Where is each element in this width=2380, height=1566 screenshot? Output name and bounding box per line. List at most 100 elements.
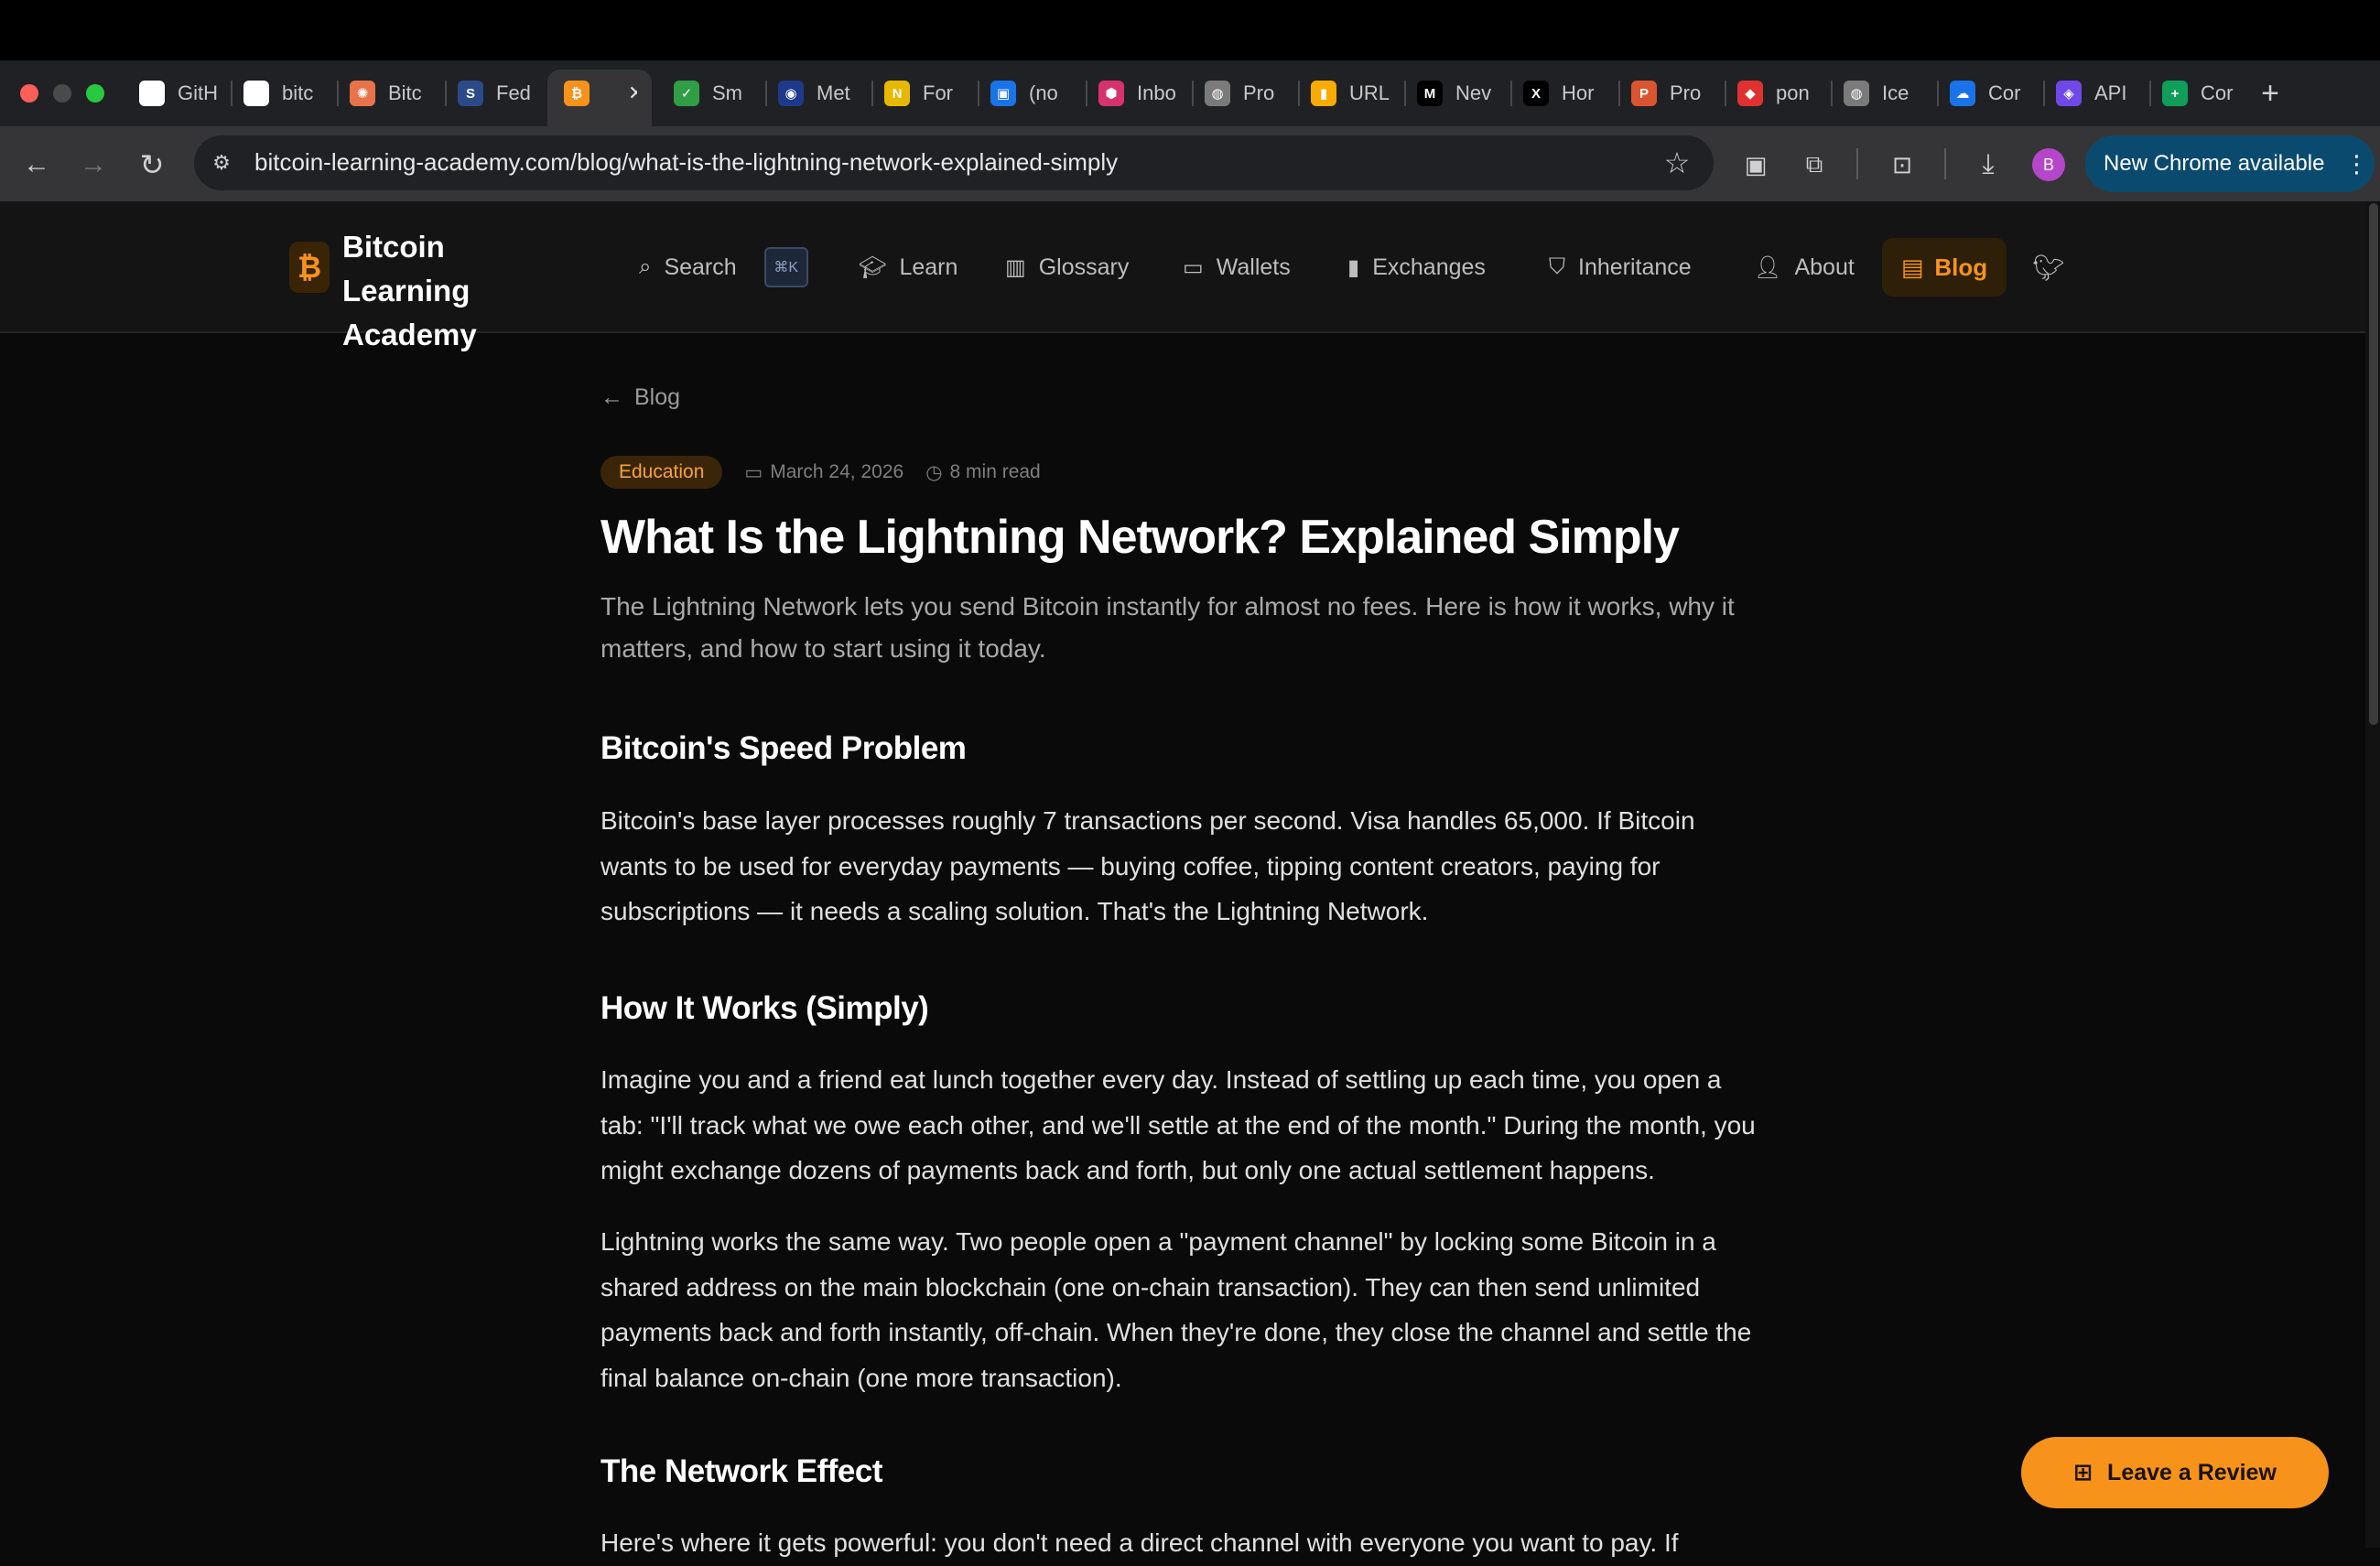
nav-wallets[interactable]: ▭ Wallets — [1183, 247, 1291, 287]
browser-tab-label: bitc — [282, 81, 314, 104]
wallet-icon: ▭ — [1183, 254, 1204, 280]
browser-tab[interactable]: ✺ Bitc — [350, 73, 434, 113]
back-link-label: Blog — [634, 384, 681, 410]
nav-glossary-label: Glossary — [1038, 254, 1130, 280]
newspaper-icon: ▤ — [1900, 253, 1924, 281]
section-paragraph: Here's where it gets powerful: you don't… — [600, 1528, 1679, 1557]
book-open-icon: ▥ — [1005, 254, 1026, 280]
browser-tab[interactable]: ₿ ✕ — [564, 73, 637, 113]
scrollbar-thumb[interactable] — [2369, 203, 2378, 725]
bookmark-star-icon[interactable]: ☆ — [1657, 143, 1697, 183]
browser-tab[interactable]: ● GitH — [139, 73, 223, 113]
inbox-icon: ▣ — [990, 81, 1016, 106]
browser-tab[interactable]: ◆ pon — [1737, 73, 1822, 113]
tab-separator — [2149, 81, 2151, 106]
url-text[interactable]: bitcoin-learning-academy.com/blog/what-i… — [254, 148, 1118, 177]
chrome-update-button[interactable]: New Chrome available ⋮ — [2085, 135, 2375, 192]
category-badge[interactable]: Education — [600, 456, 723, 489]
tab-separator — [1086, 81, 1087, 106]
puzzle-extensions-icon[interactable]: ⧉ — [1794, 145, 1834, 185]
browser-tab[interactable]: ◉ Met — [778, 73, 862, 113]
mc-icon: M — [1417, 81, 1443, 106]
browser-tab[interactable]: ▣ (no — [990, 73, 1075, 113]
bar-chart-icon: ▮ — [1347, 254, 1360, 280]
browser-tab-label: Pro — [1243, 81, 1275, 104]
browser-tab[interactable]: ☁ Cor — [1950, 73, 2034, 113]
browser-tab-label: Cor — [2201, 81, 2234, 104]
user-icon: 👤︎ — [1754, 254, 1782, 280]
tab-separator — [1510, 81, 1512, 106]
nav-learn[interactable]: 🎓︎ Learn — [859, 247, 957, 287]
browser-tab[interactable]: X Hor — [1523, 73, 1607, 113]
browser-tab-label: Met — [817, 81, 850, 104]
bitcoin-icon: ₿ — [564, 81, 590, 106]
browser-tab[interactable]: P Pro — [1631, 73, 1715, 113]
browser-tab[interactable]: M Nev — [1417, 73, 1501, 113]
extension-icon[interactable]: ▣ — [1736, 145, 1776, 185]
tab-separator — [445, 81, 447, 106]
tab-separator — [1831, 81, 1833, 106]
browser-tab-label: For — [923, 81, 953, 104]
back-arrow-icon[interactable]: ← — [16, 145, 57, 185]
nav-search[interactable]: ⌕ Search ⌘K — [639, 247, 808, 287]
tab-separator — [1404, 81, 1406, 106]
browser-tab[interactable]: ▲ bitc — [243, 73, 328, 113]
search-shortcut-badge: ⌘K — [763, 247, 808, 287]
tab-separator — [1618, 81, 1620, 106]
browser-tab-label: (no — [1029, 81, 1058, 104]
browser-tab[interactable]: ◈ API — [2056, 73, 2140, 113]
new-tab-button[interactable]: + — [2250, 73, 2290, 113]
analytics-icon: ▮ — [1311, 81, 1336, 106]
more-vert-icon[interactable]: ⋮ — [2344, 150, 2368, 178]
graduation-cap-icon: 🎓︎ — [859, 254, 887, 280]
site-settings-icon[interactable]: ⚙ — [201, 143, 242, 183]
browser-tab[interactable]: ▮ URL — [1311, 73, 1395, 113]
browser-tab[interactable]: S Fed — [458, 73, 542, 113]
tab-separator — [871, 81, 873, 106]
browser-tab-label: Cor — [1988, 81, 2021, 104]
forward-arrow-icon[interactable]: → — [73, 145, 114, 185]
browser-tab[interactable]: ⬢ Inbo — [1098, 73, 1183, 113]
site-brand[interactable]: Bitcoin Learning Academy — [342, 225, 580, 357]
browser-tab[interactable]: + Cor — [2162, 73, 2246, 113]
api-icon: ◈ — [2056, 81, 2082, 106]
meta-icon: ◉ — [778, 81, 804, 106]
browser-tab[interactable]: ◍ Pro — [1205, 73, 1289, 113]
read-time: ◷ 8 min read — [925, 461, 1041, 484]
minimize-window-button[interactable] — [53, 84, 71, 103]
nav-blog[interactable]: ▤ Blog — [1882, 238, 2007, 297]
twitter-icon[interactable]: 🐦︎ — [2030, 249, 2067, 286]
leave-review-button[interactable]: ⊞ Leave a Review — [2021, 1437, 2329, 1508]
message-plus-icon: ⊞ — [2073, 1460, 2093, 1485]
browser-tab[interactable]: ✓ Sm — [674, 73, 758, 113]
reading-mode-icon[interactable]: ⊡ — [1882, 145, 1922, 185]
section-paragraph: Imagine you and a friend eat lunch toget… — [600, 1065, 1756, 1184]
calendar-icon: ▭ — [744, 461, 763, 483]
back-to-blog-link[interactable]: ← Blog — [600, 384, 680, 411]
section-paragraph: Lightning works the same way. Two people… — [600, 1227, 1752, 1392]
nav-glossary[interactable]: ▥ Glossary — [1005, 247, 1129, 287]
zoom-window-button[interactable] — [86, 84, 104, 103]
sparkle-icon: ✺ — [350, 81, 375, 106]
browser-tab-label: Bitc — [388, 81, 422, 104]
producthunt-icon: P — [1631, 81, 1657, 106]
article-title: What Is the Lightning Network? Explained… — [600, 511, 1680, 564]
close-tab-icon[interactable]: ✕ — [628, 81, 637, 105]
download-icon[interactable]: ⤓ — [1968, 145, 2008, 185]
close-window-button[interactable] — [20, 84, 38, 103]
browser-tab-label: Inbo — [1137, 81, 1176, 104]
reload-icon[interactable]: ↻ — [132, 145, 172, 185]
profile-avatar[interactable]: B — [2032, 148, 2065, 181]
nav-about[interactable]: 👤︎ About — [1754, 247, 1855, 287]
browser-tab-label: Fed — [496, 81, 531, 104]
nav-exchanges[interactable]: ▮ Exchanges — [1347, 247, 1486, 287]
cloud-icon: ☁ — [1950, 81, 1975, 106]
browser-tab[interactable]: N For — [884, 73, 968, 113]
bitcoin-logo-icon[interactable]: ₿ — [289, 242, 330, 293]
section-heading: Bitcoin's Speed Problem — [600, 730, 967, 766]
browser-tab[interactable]: ◍ Ice — [1844, 73, 1928, 113]
tab-separator — [978, 81, 979, 106]
nav-inheritance[interactable]: ⛉ Inheritance — [1549, 247, 1692, 287]
nav-learn-label: Learn — [899, 254, 958, 280]
tab-separator — [337, 81, 339, 106]
